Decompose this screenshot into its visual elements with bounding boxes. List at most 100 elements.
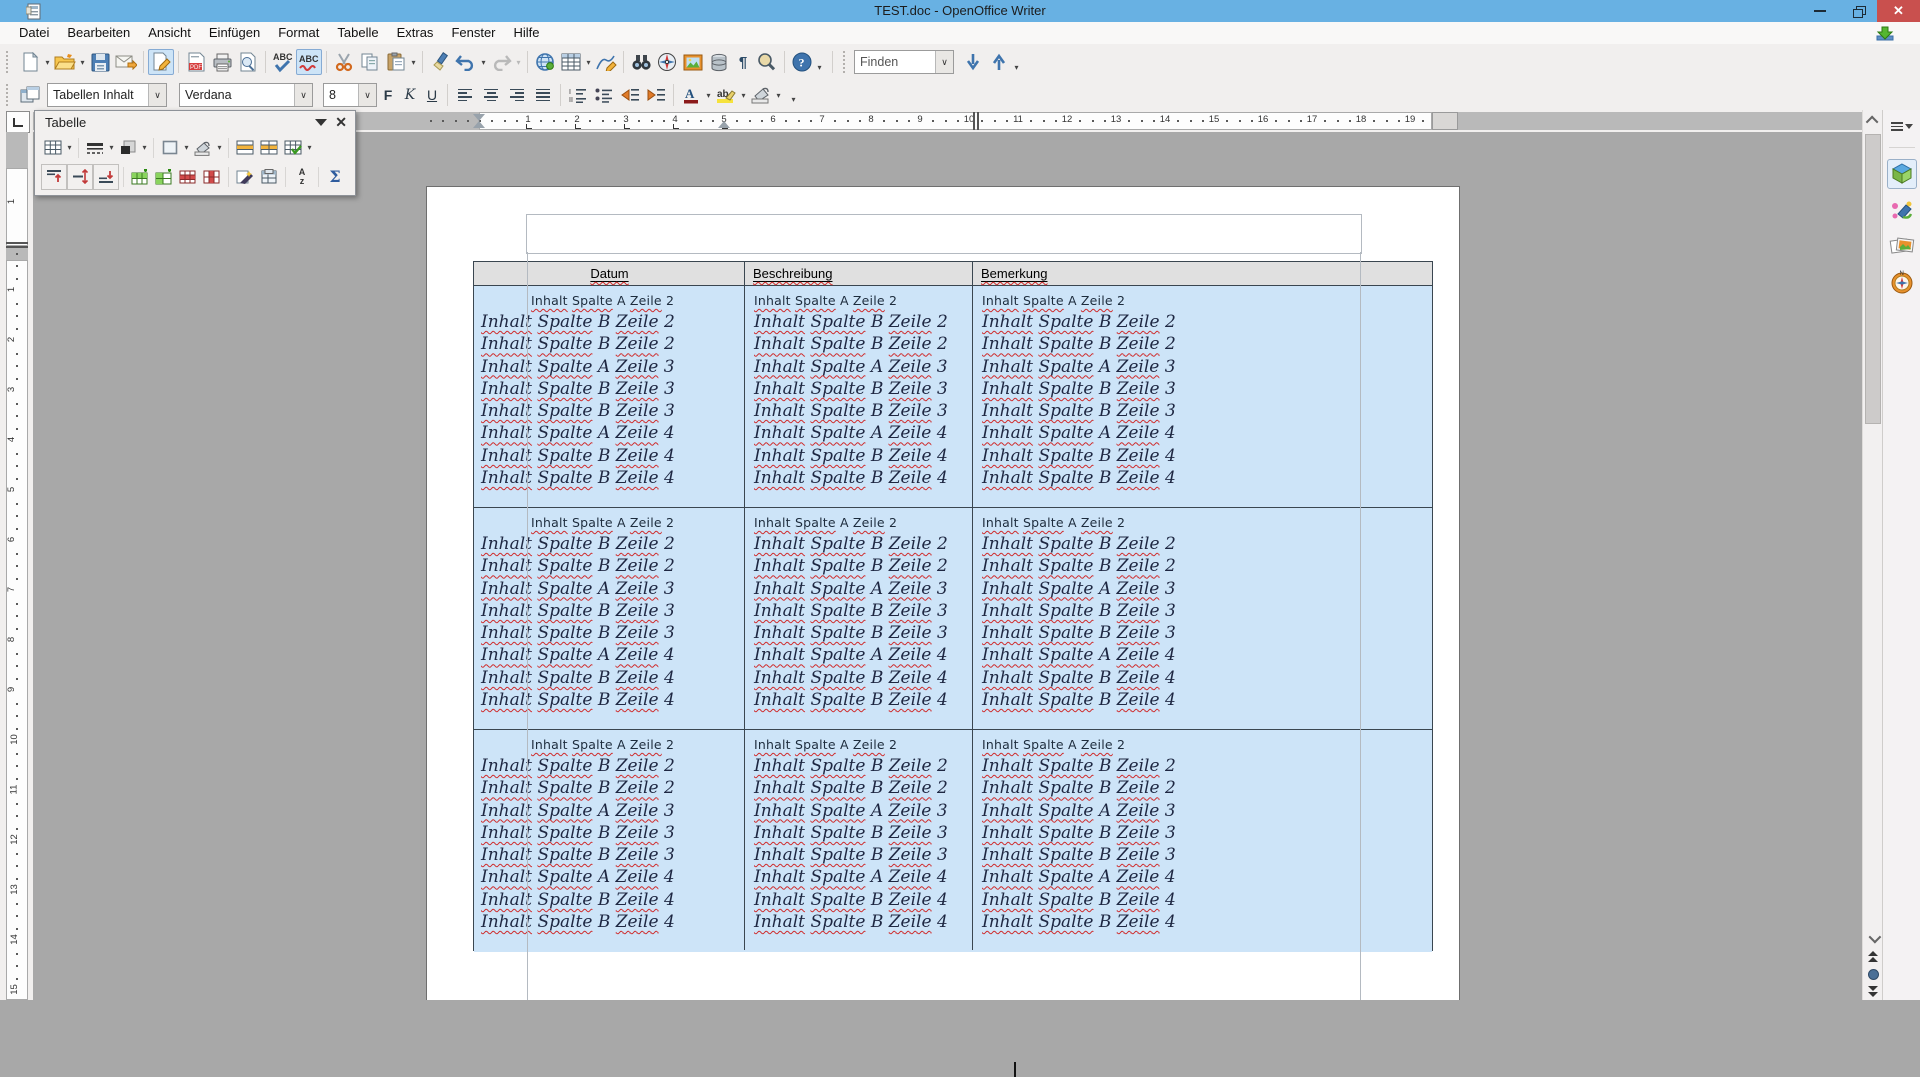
sidebar-tab-properties[interactable] bbox=[1887, 159, 1917, 189]
menu-item-format[interactable]: Format bbox=[269, 22, 328, 44]
underline-button[interactable]: U bbox=[421, 83, 443, 107]
close-button[interactable]: ✕ bbox=[1877, 0, 1920, 22]
first-line-indent-marker[interactable] bbox=[473, 114, 485, 121]
document-background[interactable]: Datum Beschreibung Bemerkung Inhalt Spal… bbox=[33, 132, 1862, 1000]
palette-title-bar[interactable]: Tabelle ✕ bbox=[35, 111, 355, 133]
table-cell[interactable]: Inhalt Spalte A Zeile 2Inhalt Spalte B Z… bbox=[474, 508, 745, 729]
tab-type-selector[interactable] bbox=[6, 111, 30, 133]
dropdown-arrow[interactable]: ▾ bbox=[182, 143, 191, 152]
navigation-button[interactable] bbox=[1863, 966, 1883, 983]
table-properties-button[interactable] bbox=[257, 165, 281, 189]
find-replace-button[interactable] bbox=[628, 49, 654, 75]
table-cell[interactable]: Inhalt Spalte A Zeile 2Inhalt Spalte B Z… bbox=[973, 508, 1431, 729]
font-size-select[interactable]: 8 ∨ bbox=[323, 83, 377, 107]
cut-button[interactable] bbox=[331, 49, 357, 75]
autoformat-button[interactable] bbox=[233, 165, 257, 189]
sidebar-tab-gallery[interactable] bbox=[1887, 231, 1917, 261]
print-button[interactable] bbox=[209, 49, 235, 75]
decrease-indent-button[interactable] bbox=[617, 82, 643, 108]
edit-mode-button[interactable] bbox=[148, 49, 174, 75]
font-name-select[interactable]: Verdana ∨ bbox=[179, 83, 313, 107]
table-background-button[interactable] bbox=[191, 136, 215, 160]
delete-column-button[interactable] bbox=[200, 165, 224, 189]
page-preview-button[interactable] bbox=[235, 49, 261, 75]
menu-item-datei[interactable]: Datei bbox=[10, 22, 58, 44]
header-cell-beschreibung[interactable]: Beschreibung bbox=[745, 262, 973, 285]
size-dropdown-button[interactable]: ∨ bbox=[358, 84, 376, 106]
table-cell[interactable]: Inhalt Spalte A Zeile 2Inhalt Spalte B Z… bbox=[474, 730, 745, 952]
hanging-indent-marker[interactable] bbox=[473, 121, 485, 128]
tab-stop-marker[interactable] bbox=[673, 124, 679, 129]
increase-indent-button[interactable] bbox=[643, 82, 669, 108]
dropdown-arrow[interactable]: ▾ bbox=[305, 143, 314, 152]
table-body-row[interactable]: Inhalt Spalte A Zeile 2Inhalt Spalte B Z… bbox=[474, 507, 1432, 729]
tab-stop-marker[interactable] bbox=[526, 124, 532, 129]
table-cell[interactable]: Inhalt Spalte A Zeile 2Inhalt Spalte B Z… bbox=[973, 286, 1431, 507]
table-header-row[interactable]: Datum Beschreibung Bemerkung bbox=[474, 262, 1432, 286]
center-vertical-button[interactable] bbox=[67, 164, 93, 190]
help-button[interactable]: ? bbox=[789, 49, 815, 75]
font-color-dropdown-arrow[interactable]: ▾ bbox=[704, 91, 713, 100]
toolbar-grip[interactable] bbox=[6, 51, 11, 73]
sort-button[interactable]: Az bbox=[290, 165, 314, 189]
find-input[interactable]: Finden ∨ bbox=[854, 50, 954, 74]
find-dropdown-button[interactable]: ∨ bbox=[935, 51, 953, 73]
table-cell[interactable]: Inhalt Spalte A Zeile 2Inhalt Spalte B Z… bbox=[973, 730, 1431, 952]
find-toolbar-grip[interactable] bbox=[843, 51, 848, 73]
background-color-dropdown-arrow[interactable]: ▾ bbox=[774, 91, 783, 100]
highlight-button[interactable]: ab bbox=[713, 82, 739, 108]
split-cells-button[interactable] bbox=[257, 136, 281, 160]
data-sources-button[interactable] bbox=[706, 49, 732, 75]
open-button[interactable] bbox=[52, 49, 78, 75]
italic-button[interactable]: K bbox=[399, 83, 421, 107]
tab-stop-marker[interactable] bbox=[624, 124, 630, 129]
table-dropdown-arrow[interactable]: ▾ bbox=[584, 58, 593, 67]
toolbar-grip[interactable] bbox=[6, 84, 11, 106]
toolbar-overflow-arrow[interactable]: ▾ bbox=[789, 95, 798, 104]
bullet-list-button[interactable] bbox=[591, 82, 617, 108]
table-body-row[interactable]: Inhalt Spalte A Zeile 2Inhalt Spalte B Z… bbox=[474, 286, 1432, 507]
save-button[interactable] bbox=[87, 49, 113, 75]
menu-item-bearbeiten[interactable]: Bearbeiten bbox=[58, 22, 139, 44]
open-dropdown-arrow[interactable]: ▾ bbox=[78, 58, 87, 67]
menu-item-tabelle[interactable]: Tabelle bbox=[328, 22, 387, 44]
align-top-button[interactable] bbox=[41, 164, 67, 190]
undo-button[interactable] bbox=[453, 49, 479, 75]
font-dropdown-button[interactable]: ∨ bbox=[294, 84, 312, 106]
font-color-button[interactable]: A bbox=[678, 82, 704, 108]
tab-stop-marker[interactable] bbox=[575, 124, 581, 129]
background-color-button[interactable] bbox=[748, 82, 774, 108]
vertical-scrollbar[interactable] bbox=[1862, 110, 1882, 1000]
optimize-button[interactable] bbox=[281, 136, 305, 160]
insert-table-button[interactable] bbox=[558, 49, 584, 75]
table-cell[interactable]: Inhalt Spalte A Zeile 2Inhalt Spalte B Z… bbox=[474, 286, 745, 507]
styles-window-button[interactable] bbox=[17, 82, 43, 108]
zoom-button[interactable] bbox=[754, 49, 780, 75]
paste-button[interactable] bbox=[383, 49, 409, 75]
hyperlink-button[interactable] bbox=[532, 49, 558, 75]
toolbar-overflow-arrow[interactable]: ▾ bbox=[815, 63, 824, 72]
vertical-ruler[interactable]: 1123456789101112131415 bbox=[6, 132, 28, 1000]
menu-item-extras[interactable]: Extras bbox=[388, 22, 443, 44]
header-cell-bemerkung[interactable]: Bemerkung bbox=[973, 262, 1431, 285]
sidebar-settings-button[interactable] bbox=[1891, 120, 1913, 133]
new-dropdown-arrow[interactable]: ▾ bbox=[43, 58, 52, 67]
menu-item-ansicht[interactable]: Ansicht bbox=[139, 22, 200, 44]
previous-page-button[interactable] bbox=[1863, 948, 1883, 965]
palette-close-icon[interactable]: ✕ bbox=[335, 114, 347, 131]
find-next-button[interactable] bbox=[960, 49, 986, 75]
find-previous-button[interactable] bbox=[986, 49, 1012, 75]
palette-menu-arrow-icon[interactable] bbox=[315, 119, 327, 126]
header-cell-datum[interactable]: Datum bbox=[474, 262, 745, 285]
spellcheck-button[interactable]: ABC bbox=[270, 49, 296, 75]
update-available-icon[interactable] bbox=[1874, 25, 1896, 42]
format-paintbrush-button[interactable] bbox=[427, 49, 453, 75]
menu-item-fenster[interactable]: Fenster bbox=[442, 22, 504, 44]
numbered-list-button[interactable]: III bbox=[565, 82, 591, 108]
scroll-up-button[interactable] bbox=[1863, 110, 1883, 130]
column-border[interactable] bbox=[972, 262, 974, 950]
insert-row-button[interactable] bbox=[128, 165, 152, 189]
line-style-button[interactable] bbox=[83, 136, 107, 160]
dropdown-arrow[interactable]: ▾ bbox=[107, 143, 116, 152]
align-right-button[interactable] bbox=[504, 82, 530, 108]
